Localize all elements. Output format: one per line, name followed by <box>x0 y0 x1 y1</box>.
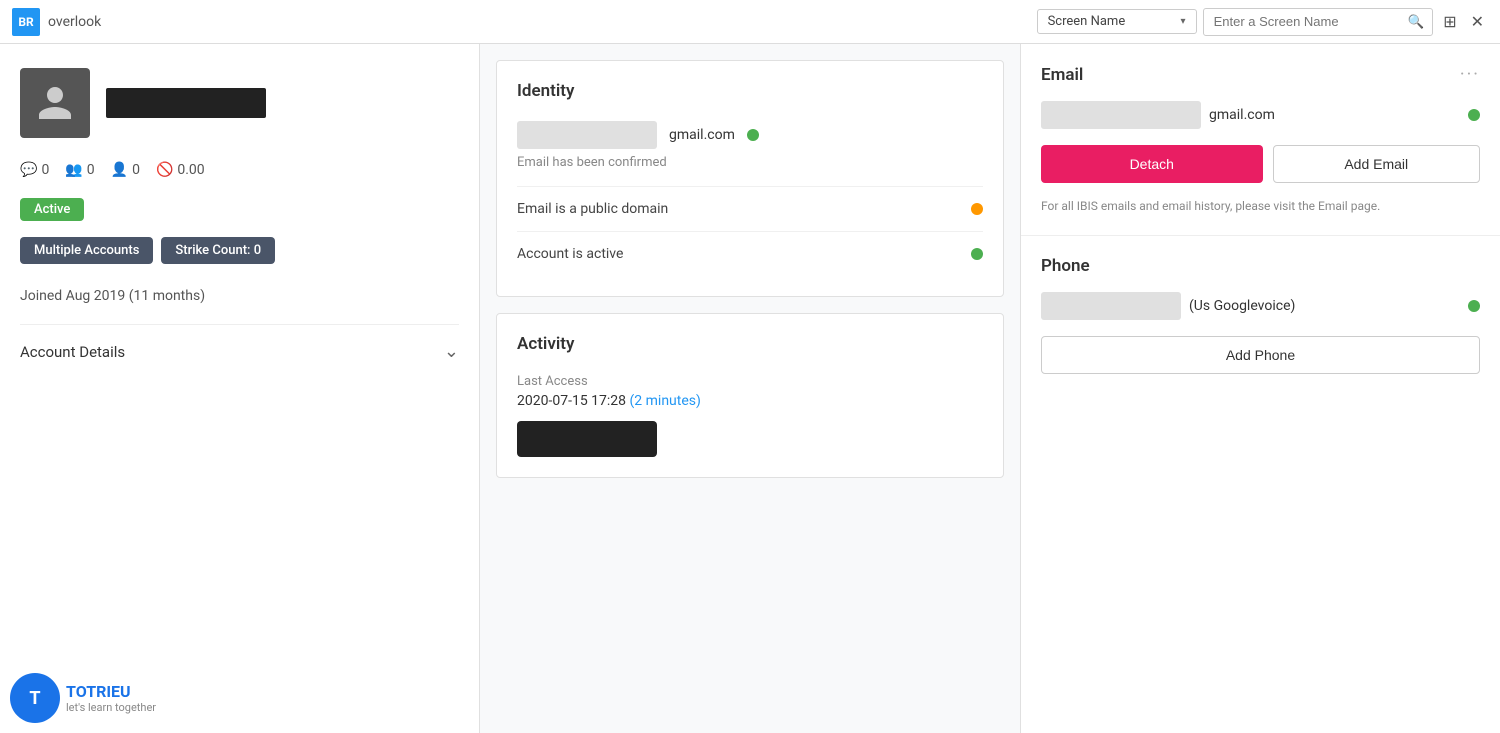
user-plus-icon: 👤 <box>111 162 128 178</box>
user-tags: Multiple Accounts Strike Count: 0 <box>20 237 459 264</box>
site-avatar: BR <box>12 8 40 36</box>
account-active-dot <box>971 248 983 260</box>
totrieu-text: TOTRIEU let's learn together <box>66 682 156 714</box>
multiple-accounts-tag[interactable]: Multiple Accounts <box>20 237 153 264</box>
screen-name-dropdown[interactable]: Screen Name ▾ <box>1037 9 1197 34</box>
search-input-wrap: 🔍 <box>1203 8 1434 36</box>
totrieu-logo: T <box>10 673 60 723</box>
email-redacted-right <box>1041 101 1201 129</box>
filter-icon[interactable]: ⊞ <box>1439 8 1460 36</box>
user-avatar-icon <box>35 83 75 123</box>
email-confirmed-dot <box>747 129 759 141</box>
right-panel: Email ··· gmail.com Detach Add Email For… <box>1020 44 1500 733</box>
chevron-down-icon: ⌄ <box>444 341 459 362</box>
identity-title: Identity <box>517 81 983 101</box>
screen-name-label: Screen Name <box>1048 14 1126 29</box>
public-domain-label: Email is a public domain <box>517 201 668 217</box>
email-confirmed-text: Email has been confirmed <box>517 155 983 170</box>
identity-section: Identity gmail.com Email has been confir… <box>496 60 1004 297</box>
strike-count-tag[interactable]: Strike Count: 0 <box>161 237 275 264</box>
phone-active-dot <box>1468 300 1480 312</box>
chevron-down-icon: ▾ <box>1181 16 1186 27</box>
ban-count: 0.00 <box>177 162 204 178</box>
main-container: 💬 0 👥 0 👤 0 🚫 0.00 Active Multiple Accou… <box>0 44 1500 733</box>
chat-stat: 💬 0 <box>20 162 49 178</box>
action-buttons: Detach Add Email <box>1041 145 1480 183</box>
phone-section-header: Phone <box>1041 256 1480 276</box>
phone-label: (Us Googlevoice) <box>1189 298 1460 314</box>
ban-icon: 🚫 <box>156 162 173 178</box>
account-active-row: Account is active <box>517 231 983 276</box>
email-suffix-right: gmail.com <box>1209 107 1460 123</box>
center-panel: Identity gmail.com Email has been confir… <box>480 44 1020 733</box>
email-section-title: Email <box>1041 65 1083 85</box>
phone-redacted <box>1041 292 1181 320</box>
search-icon[interactable]: 🔍 <box>1400 9 1433 35</box>
last-access-label: Last Access <box>517 374 983 389</box>
totrieu-watermark: T TOTRIEU let's learn together <box>10 673 156 723</box>
last-access-datetime: 2020-07-15 17:28 <box>517 393 626 409</box>
activity-redacted <box>517 421 657 457</box>
chat-count: 0 <box>41 162 49 178</box>
activity-title: Activity <box>517 334 983 354</box>
last-access-ago: (2 minutes) <box>630 393 701 409</box>
top-bar: BR overlook Screen Name ▾ 🔍 ⊞ ✕ <box>0 0 1500 44</box>
join-info: Joined Aug 2019 (11 months) <box>20 288 459 304</box>
email-section: Email ··· gmail.com Detach Add Email For… <box>1021 44 1500 236</box>
phone-section: Phone (Us Googlevoice) Add Phone <box>1021 236 1500 394</box>
phone-entry: (Us Googlevoice) <box>1041 292 1480 320</box>
public-domain-row: Email is a public domain <box>517 186 983 231</box>
more-options-icon[interactable]: ··· <box>1460 64 1480 85</box>
public-domain-dot <box>971 203 983 215</box>
activity-section: Activity Last Access 2020-07-15 17:28 (2… <box>496 313 1004 478</box>
groups-count: 0 <box>87 162 95 178</box>
site-name: overlook <box>48 14 101 30</box>
detach-button[interactable]: Detach <box>1041 145 1263 183</box>
user-plus-stat: 👤 0 <box>111 162 140 178</box>
ban-stat: 🚫 0.00 <box>156 162 205 178</box>
add-phone-button[interactable]: Add Phone <box>1041 336 1480 374</box>
totrieu-tagline: let's learn together <box>66 701 156 714</box>
email-suffix: gmail.com <box>669 127 735 143</box>
close-icon[interactable]: ✕ <box>1467 8 1488 36</box>
account-details-row[interactable]: Account Details ⌄ <box>20 324 459 362</box>
user-stats: 💬 0 👥 0 👤 0 🚫 0.00 <box>20 162 459 178</box>
add-email-button[interactable]: Add Email <box>1273 145 1481 183</box>
status-badge: Active <box>20 198 84 221</box>
email-active-dot <box>1468 109 1480 121</box>
top-bar-right: Screen Name ▾ 🔍 ⊞ ✕ <box>1037 8 1488 36</box>
groups-stat: 👥 0 <box>65 162 94 178</box>
email-redacted <box>517 121 657 149</box>
chat-icon: 💬 <box>20 162 37 178</box>
user-name-redacted <box>106 88 266 118</box>
account-active-label: Account is active <box>517 246 623 262</box>
totrieu-logo-letter: T <box>29 688 40 709</box>
top-bar-left: BR overlook <box>12 8 1025 36</box>
user-header <box>20 68 459 138</box>
user-plus-count: 0 <box>132 162 140 178</box>
search-input[interactable] <box>1204 9 1400 34</box>
email-entry: gmail.com <box>1041 101 1480 129</box>
user-avatar <box>20 68 90 138</box>
site-initials: BR <box>18 15 33 29</box>
identity-email-row: gmail.com <box>517 121 983 149</box>
account-details-label: Account Details <box>20 343 125 361</box>
last-access-time: 2020-07-15 17:28 (2 minutes) <box>517 393 983 409</box>
groups-icon: 👥 <box>65 162 82 178</box>
totrieu-name: TOTRIEU <box>66 682 156 701</box>
left-panel: 💬 0 👥 0 👤 0 🚫 0.00 Active Multiple Accou… <box>0 44 480 733</box>
phone-section-title: Phone <box>1041 256 1090 276</box>
ibis-note: For all IBIS emails and email history, p… <box>1041 197 1480 215</box>
email-section-header: Email ··· <box>1041 64 1480 85</box>
